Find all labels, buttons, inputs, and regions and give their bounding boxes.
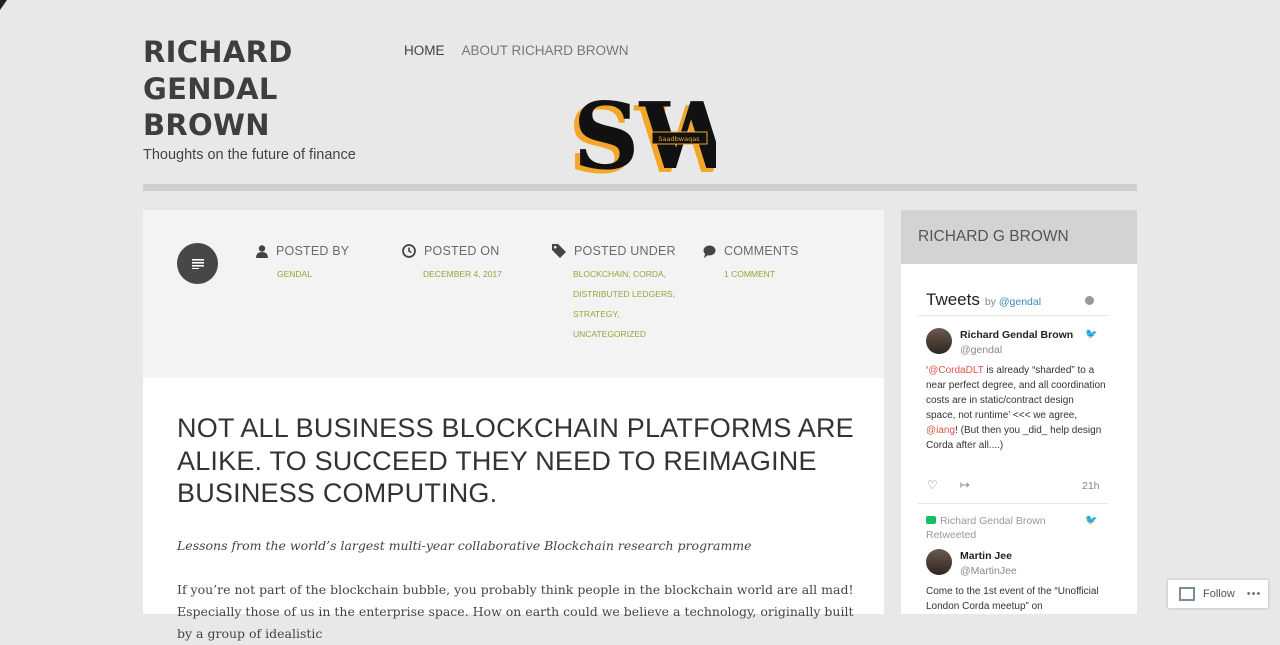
meta-label: POSTED ON	[424, 244, 500, 258]
retweet-icon	[926, 516, 936, 524]
category-link[interactable]: UNCATEGORIZED	[573, 324, 676, 344]
follow-icon	[1179, 587, 1195, 601]
tweets-title: Tweets	[926, 290, 980, 309]
text-lines-icon	[191, 258, 204, 269]
site-title-line: RICHARD	[143, 35, 293, 69]
more-options-icon[interactable]: •••	[1247, 588, 1262, 600]
avatar[interactable]	[926, 328, 952, 354]
meta-posted-under: POSTED UNDER BLOCKCHAIN, CORDA, DISTRIBU…	[552, 244, 676, 344]
category-link[interactable]: DISTRIBUTED LEDGERS,	[573, 284, 676, 304]
clock-icon	[402, 244, 416, 258]
post-meta-panel: POSTED BY GENDAL POSTED ON DECEMBER 4, 2…	[143, 210, 884, 378]
sw-logo: SW SW Saadbwaqas	[568, 86, 716, 182]
share-icon[interactable]: ↦	[960, 478, 970, 492]
divider	[918, 503, 1108, 504]
retweeter-name[interactable]: Richard Gendal Brown	[940, 515, 1046, 527]
divider	[918, 315, 1108, 316]
tweet-text: ‘@CordaDLT is already “sharded” to a nea…	[926, 363, 1106, 453]
site-tagline: Thoughts on the future of finance	[143, 147, 356, 163]
follow-button[interactable]: Follow •••	[1168, 580, 1268, 608]
speech-bubble-icon	[703, 245, 716, 258]
tweet-author-handle[interactable]: @gendal	[960, 344, 1002, 356]
author-link[interactable]: GENDAL	[277, 264, 349, 284]
post-format-badge	[177, 243, 218, 284]
heart-icon[interactable]: ♡	[927, 478, 938, 492]
tweet-author-handle[interactable]: @MartinJee	[960, 565, 1017, 577]
meta-posted-by: POSTED BY GENDAL	[256, 244, 349, 284]
mention-link[interactable]: @iang	[926, 425, 955, 436]
mention-link[interactable]: @CordaDLT	[928, 365, 983, 376]
post-content: NOT ALL BUSINESS BLOCKCHAIN PLATFORMS AR…	[143, 378, 884, 641]
site-title-line: GENDAL	[143, 71, 278, 106]
category-link[interactable]: BLOCKCHAIN, CORDA,	[573, 264, 676, 284]
follow-label: Follow	[1203, 588, 1235, 600]
meta-label: POSTED UNDER	[574, 244, 676, 258]
timeline-handle-link[interactable]: @gendal	[999, 296, 1041, 308]
comments-link[interactable]: 1 COMMENT	[724, 264, 799, 284]
post-paragraph: If you’re not part of the blockchain bub…	[177, 582, 854, 641]
twitter-bird-icon[interactable]: 🐦	[1085, 515, 1097, 526]
meta-label: COMMENTS	[724, 244, 799, 258]
retweet-indicator: Richard Gendal Brown Retweeted	[926, 514, 1046, 542]
site-title-line: BROWN	[143, 108, 270, 142]
main-nav: HOME ABOUT RICHARD BROWN	[404, 43, 629, 58]
widget-title: RICHARD G BROWN	[901, 210, 1137, 264]
info-icon[interactable]	[1085, 296, 1094, 305]
retweeted-label: Retweeted	[926, 529, 977, 541]
date-link[interactable]: DECEMBER 4, 2017	[423, 264, 502, 284]
user-icon	[256, 244, 268, 258]
tweet-actions: ♡ ↦	[927, 478, 970, 492]
meta-label: POSTED BY	[276, 244, 350, 258]
header-divider	[143, 184, 1137, 191]
post-lede: Lessons from the world’s largest multi-y…	[177, 538, 752, 553]
tweet-author-name[interactable]: Richard Gendal Brown	[960, 329, 1073, 341]
meta-posted-on: POSTED ON DECEMBER 4, 2017	[402, 244, 502, 284]
logo-ribbon-text: Saadbwaqas	[658, 135, 700, 143]
post-title[interactable]: NOT ALL BUSINESS BLOCKCHAIN PLATFORMS AR…	[177, 412, 857, 510]
twitter-bird-icon[interactable]: 🐦	[1085, 329, 1097, 340]
category-link[interactable]: STRATEGY,	[573, 304, 676, 324]
tweet-timestamp[interactable]: 21h	[1082, 480, 1100, 492]
twitter-timeline-header: Tweets by @gendal	[926, 290, 1041, 310]
mouse-cursor	[0, 0, 7, 10]
avatar[interactable]	[926, 549, 952, 575]
meta-comments: COMMENTS 1 COMMENT	[703, 244, 799, 284]
tweet-text: Come to the 1st event of the “Unofficial…	[926, 586, 1099, 612]
nav-home-link[interactable]: HOME	[404, 43, 445, 58]
site-title[interactable]: RICHARD GENDAL BROWN	[143, 34, 373, 144]
tweets-by-label: by	[984, 296, 996, 308]
nav-about-link[interactable]: ABOUT RICHARD BROWN	[462, 43, 629, 58]
tweet-author-name[interactable]: Martin Jee	[960, 550, 1012, 562]
sidebar-widget: RICHARD G BROWN Tweets by @gendal Richar…	[901, 210, 1137, 614]
tag-icon	[552, 244, 566, 258]
